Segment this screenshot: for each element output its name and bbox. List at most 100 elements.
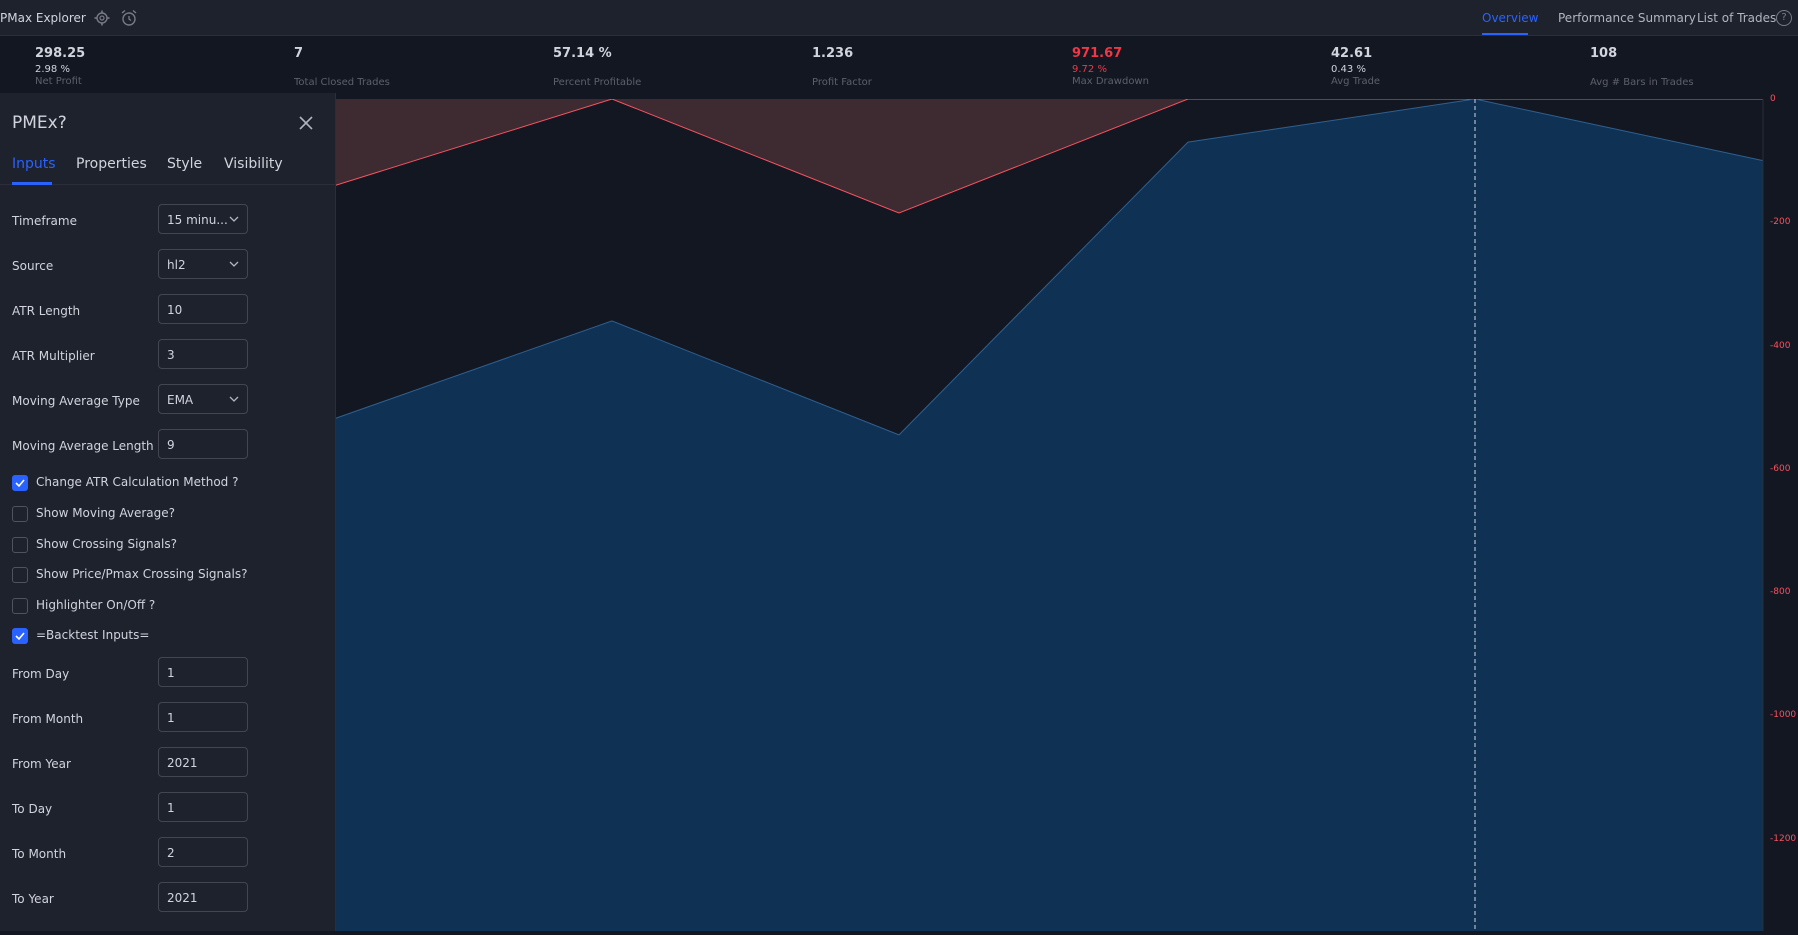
- to-month-value: 2: [167, 846, 175, 860]
- timeframe-value: 15 minu...: [167, 213, 228, 227]
- tab-visibility[interactable]: Visibility: [224, 156, 283, 172]
- checkmark-icon: [15, 632, 25, 641]
- help-icon[interactable]: ?: [1776, 10, 1792, 26]
- from-month-value: 1: [167, 711, 175, 725]
- checkbox-unchecked[interactable]: [12, 537, 28, 553]
- ma-type-value: EMA: [167, 393, 194, 407]
- checkbox-unchecked[interactable]: [12, 506, 28, 522]
- source-value: hl2: [167, 258, 186, 272]
- from-day-input[interactable]: 1: [158, 657, 248, 687]
- stat-value: 298.25: [35, 46, 86, 61]
- tab-list-of-trades[interactable]: List of Trades: [1697, 11, 1776, 25]
- alarm-clock-icon[interactable]: [120, 9, 138, 27]
- change-atr-label: Change ATR Calculation Method ?: [36, 475, 239, 489]
- to-day-input[interactable]: 1: [158, 792, 248, 822]
- timeframe-select[interactable]: 15 minu...: [158, 204, 248, 234]
- atr-multiplier-input[interactable]: 3: [158, 339, 248, 369]
- stat-label: Avg Trade: [1331, 76, 1381, 87]
- dialog-title: PMEx?: [12, 113, 67, 133]
- stat-label: Max Drawdown: [1072, 76, 1149, 87]
- y-axis-tick-label: 0: [1770, 94, 1776, 104]
- stat-percent: 9.72 %: [1072, 64, 1107, 75]
- from-day-value: 1: [167, 666, 175, 680]
- stat-label: Net Profit: [35, 76, 82, 87]
- stat-value: 57.14 %: [553, 46, 612, 61]
- tab-properties[interactable]: Properties: [76, 156, 147, 172]
- ma-type-label: Moving Average Type: [12, 394, 140, 408]
- y-axis-tick-label: -600: [1770, 463, 1791, 474]
- stat-profit-factor: 1.236 Profit Factor: [812, 46, 872, 88]
- to-month-input[interactable]: 2: [158, 837, 248, 867]
- active-tab-indicator: [12, 182, 52, 185]
- stat-label: Profit Factor: [812, 77, 872, 88]
- stat-value: 1.236: [812, 46, 854, 61]
- backtest-checkbox[interactable]: =Backtest Inputs=: [12, 627, 312, 645]
- atr-multiplier-label: ATR Multiplier: [12, 349, 95, 363]
- timeframe-label: Timeframe: [12, 214, 77, 228]
- stat-label: Percent Profitable: [553, 77, 642, 88]
- y-axis-tick-label: -200: [1770, 217, 1791, 228]
- ma-length-input[interactable]: 9: [158, 429, 248, 459]
- stat-percent: 2.98 %: [35, 64, 70, 75]
- indicator-settings-dialog: PMEx? Inputs Properties Style Visibility…: [0, 93, 336, 931]
- settings-icon[interactable]: [93, 9, 111, 27]
- stats-bar: 298.25 2.98 % Net Profit 7 Total Closed …: [0, 36, 1798, 99]
- checkbox-unchecked[interactable]: [12, 598, 28, 614]
- close-icon[interactable]: [295, 112, 317, 134]
- y-axis-tick-label: -1200: [1770, 833, 1797, 844]
- stat-percent: 0.43 %: [1331, 64, 1366, 75]
- y-axis-tick-label: -400: [1770, 340, 1791, 351]
- highlighter-label: Highlighter On/Off ?: [36, 598, 156, 612]
- tab-overview[interactable]: Overview: [1482, 11, 1539, 25]
- stat-percent: [553, 64, 641, 76]
- active-tab-indicator: [1482, 33, 1528, 35]
- to-year-input[interactable]: 2021: [158, 882, 248, 912]
- from-day-label: From Day: [12, 667, 70, 681]
- show-price-cross-checkbox[interactable]: Show Price/Pmax Crossing Signals?: [12, 566, 312, 584]
- top-bar: PMax Explorer Overview Performance Summa…: [0, 0, 1798, 36]
- change-atr-checkbox[interactable]: Change ATR Calculation Method ?: [12, 474, 312, 492]
- stat-max-drawdown: 971.67 9.72 % Max Drawdown: [1072, 46, 1149, 87]
- show-crossing-checkbox[interactable]: Show Crossing Signals?: [12, 536, 312, 554]
- to-year-value: 2021: [167, 891, 198, 905]
- ma-type-select[interactable]: EMA: [158, 384, 248, 414]
- source-select[interactable]: hl2: [158, 249, 248, 279]
- stat-value: 108: [1590, 46, 1618, 61]
- stat-percent-profitable: 57.14 % Percent Profitable: [553, 46, 641, 88]
- ma-length-label: Moving Average Length: [12, 439, 154, 453]
- checkbox-checked[interactable]: [12, 475, 28, 491]
- checkbox-unchecked[interactable]: [12, 567, 28, 583]
- atr-length-label: ATR Length: [12, 304, 81, 318]
- show-ma-checkbox[interactable]: Show Moving Average?: [12, 505, 312, 523]
- stat-avg-bars: 108 Avg # Bars in Trades: [1590, 46, 1694, 88]
- from-year-value: 2021: [167, 756, 198, 770]
- chevron-down-icon: [229, 396, 239, 402]
- stat-percent: [1590, 64, 1694, 76]
- from-year-input[interactable]: 2021: [158, 747, 248, 777]
- show-crossing-label: Show Crossing Signals?: [36, 537, 177, 551]
- tab-style[interactable]: Style: [167, 156, 202, 172]
- stat-percent: [294, 64, 390, 76]
- show-ma-label: Show Moving Average?: [36, 506, 176, 520]
- stat-percent: [812, 64, 872, 76]
- to-month-label: To Month: [12, 847, 67, 861]
- from-month-input[interactable]: 1: [158, 702, 248, 732]
- backtest-label: =Backtest Inputs=: [36, 628, 150, 642]
- stat-total-closed-trades: 7 Total Closed Trades: [294, 46, 390, 88]
- from-year-label: From Year: [12, 757, 71, 771]
- chevron-down-icon: [229, 261, 239, 267]
- stat-avg-trade: 42.61 0.43 % Avg Trade: [1331, 46, 1380, 87]
- tab-performance-summary[interactable]: Performance Summary: [1558, 11, 1696, 25]
- stat-net-profit: 298.25 2.98 % Net Profit: [35, 46, 85, 87]
- checkmark-icon: [15, 479, 25, 488]
- atr-length-value: 10: [167, 303, 183, 317]
- atr-length-input[interactable]: 10: [158, 294, 248, 324]
- atr-multiplier-value: 3: [167, 348, 175, 362]
- y-axis-tick-label: -1000: [1770, 710, 1797, 721]
- app-title: PMax Explorer: [0, 11, 86, 25]
- stat-value: 42.61: [1331, 46, 1373, 61]
- highlighter-checkbox[interactable]: Highlighter On/Off ?: [12, 597, 312, 615]
- from-month-label: From Month: [12, 712, 84, 726]
- checkbox-checked[interactable]: [12, 628, 28, 644]
- tab-inputs[interactable]: Inputs: [12, 156, 56, 172]
